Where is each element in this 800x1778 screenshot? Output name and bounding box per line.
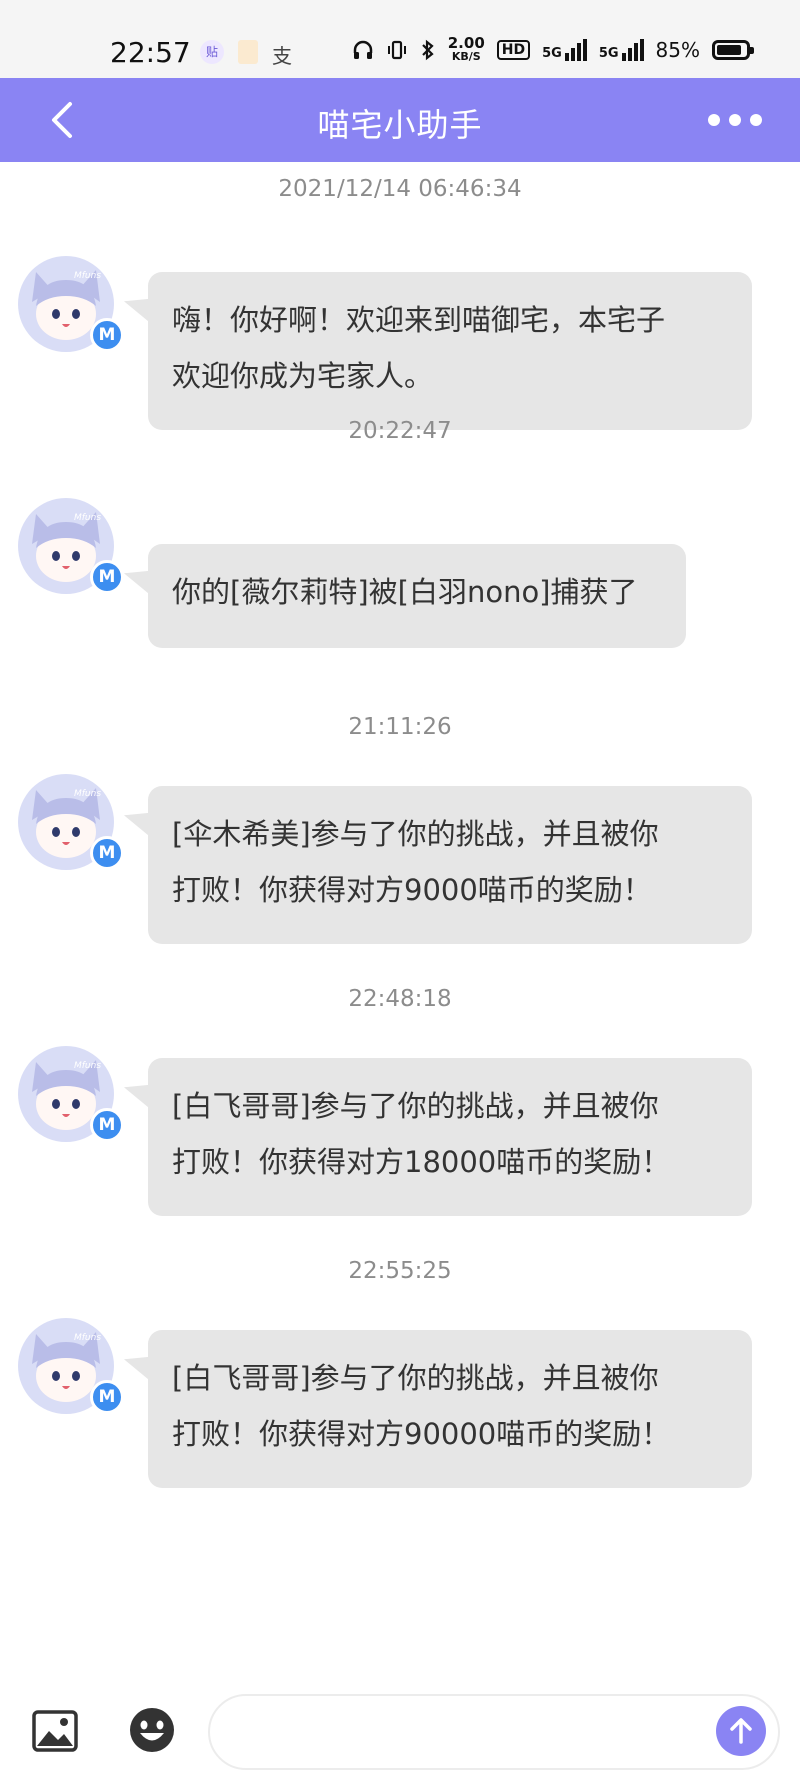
dot-icon [750,114,762,126]
arrow-up-icon [730,1718,752,1744]
image-button[interactable] [32,1710,78,1752]
message-text-line: [白飞哥哥]参与了你的挑战，并且被你 [172,1089,659,1123]
more-options-button[interactable] [700,98,770,142]
avatar-caption: Mfuns [74,789,101,799]
avatar[interactable]: Mfuns M [18,1318,124,1414]
smiley-icon [130,1708,174,1752]
network-speed-unit: KB/S [451,50,481,63]
message-text-line: 打败！你获得对方18000喵币的奖励！ [172,1145,671,1179]
send-button[interactable] [716,1706,766,1756]
message-bubble[interactable]: 你的[薇尔莉特]被[白羽nono]捕获了 [148,544,686,648]
dot-icon [708,114,720,126]
verified-badge: M [90,560,124,594]
page-title: 喵宅小助手 [317,106,483,144]
verified-badge: M [90,1108,124,1142]
avatar-caption: Mfuns [74,1333,101,1343]
avatar-caption: Mfuns [74,513,101,523]
verified-badge: M [90,836,124,870]
message-timestamp: 22:48:18 [348,986,452,1012]
avatar[interactable]: Mfuns M [18,1046,124,1142]
message-input[interactable] [208,1694,780,1770]
message-text-line: 嗨！你好啊！欢迎来到喵御宅，本宅子 [172,303,666,337]
sim2-signal: 5G [599,39,644,61]
verified-badge: M [90,318,124,352]
message-timestamp: 22:55:25 [348,1258,452,1284]
dot-icon [729,114,741,126]
signal-bars-icon [621,39,644,61]
alipay-app-icon: 支 [272,44,292,68]
bluetooth-icon [421,39,434,61]
avatar-caption: Mfuns [74,271,101,281]
hd-voice-badge: HD [496,40,531,60]
message-bubble[interactable]: [白飞哥哥]参与了你的挑战，并且被你 打败！你获得对方18000喵币的奖励！ [148,1058,752,1216]
verified-badge: M [90,1380,124,1414]
notes-app-icon [238,40,258,64]
message-timestamp: 2021/12/14 06:46:34 [278,176,522,202]
avatar[interactable]: Mfuns M [18,256,124,352]
headphones-icon [353,40,372,59]
status-bar: 22:57 贴 支 2.00 KB/S HD 5G 5G 85% [0,0,800,78]
message-text-line: 欢迎你成为宅家人。 [172,359,434,393]
notification-icons: 贴 支 [200,40,292,69]
message-timestamp: 21:11:26 [348,714,452,740]
message-text-line: [伞木希美]参与了你的挑战，并且被你 [172,817,659,851]
sim1-signal: 5G [542,39,587,61]
vibrate-icon [387,40,406,60]
message-input-bar [0,1680,800,1778]
message-bubble[interactable]: [伞木希美]参与了你的挑战，并且被你 打败！你获得对方9000喵币的奖励！ [148,786,752,944]
avatar-caption: Mfuns [74,1061,101,1071]
message-bubble[interactable]: 嗨！你好啊！欢迎来到喵御宅，本宅子 欢迎你成为宅家人。 [148,272,752,430]
image-icon [32,1710,78,1752]
message-text-line: 打败！你获得对方9000喵币的奖励！ [172,873,652,907]
emoji-button[interactable] [128,1706,176,1754]
sim1-label: 5G [542,46,562,61]
battery-percent: 85% [655,38,700,62]
avatar[interactable]: Mfuns M [18,774,124,870]
battery-icon [712,40,754,60]
status-indicators: 2.00 KB/S HD 5G 5G 85% [352,36,754,64]
chat-header: 喵宅小助手 [0,78,800,162]
tieba-app-icon: 贴 [200,40,224,64]
message-text-line: [白飞哥哥]参与了你的挑战，并且被你 [172,1361,659,1395]
network-speed: 2.00 KB/S [448,36,485,64]
message-bubble[interactable]: [白飞哥哥]参与了你的挑战，并且被你 打败！你获得对方90000喵币的奖励！ [148,1330,752,1488]
message-text-line: 你的[薇尔莉特]被[白羽nono]捕获了 [172,575,638,609]
status-time: 22:57 [110,36,191,69]
network-speed-value: 2.00 [447,34,485,52]
message-timestamp: 20:22:47 [348,418,452,444]
message-text-line: 打败！你获得对方90000喵币的奖励！ [172,1417,671,1451]
avatar[interactable]: Mfuns M [18,498,124,594]
signal-bars-icon [564,39,587,61]
sim2-label: 5G [598,46,619,61]
